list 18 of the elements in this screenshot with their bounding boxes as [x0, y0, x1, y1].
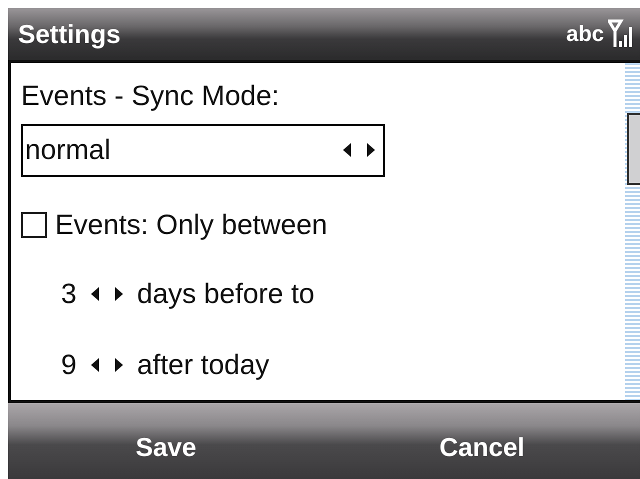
window-title: Settings — [18, 18, 122, 50]
left-right-arrows-icon — [341, 141, 377, 160]
left-right-arrows-icon[interactable] — [89, 285, 125, 304]
scrollbar[interactable] — [625, 63, 640, 400]
checkbox-label: Events: Only between — [55, 209, 328, 241]
checkbox[interactable] — [21, 212, 47, 238]
left-right-arrows-icon[interactable] — [89, 356, 125, 374]
field-label: Events - Sync Mode: — [21, 80, 280, 112]
spinner-label: after today — [137, 348, 270, 381]
spinner-label: days before to — [137, 278, 314, 310]
spinner-value[interactable]: 9 — [61, 348, 77, 381]
softkey-button[interactable]: Cancel — [324, 403, 640, 479]
input-mode-indicator: abc — [566, 21, 604, 47]
spinner-value[interactable]: 3 — [61, 278, 77, 310]
sync-mode-picker[interactable]: normal — [21, 124, 385, 177]
softkey-button[interactable]: Save — [8, 403, 324, 479]
signal-icon — [608, 19, 634, 49]
scrollbar-thumb[interactable] — [627, 113, 640, 185]
